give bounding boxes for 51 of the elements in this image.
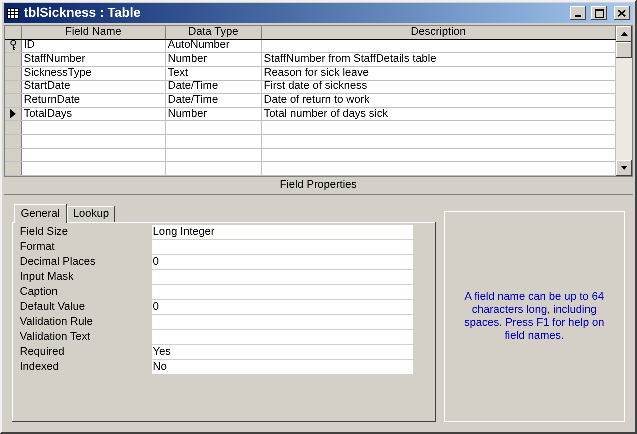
table-cell: TotalDays [22,108,166,120]
tab[interactable]: General [14,204,68,223]
property-label: Validation Rule [20,316,94,328]
property-field[interactable]: Yes [152,345,413,359]
maximize-button[interactable] [591,6,607,20]
property-label: Field Size [20,226,70,238]
table-cell: Number [166,108,262,120]
property-label: Input Mask [20,272,75,282]
section-title: Field Properties [280,178,358,194]
table-cell: Date/Time [166,94,262,107]
table-cell: Text [166,66,262,80]
scroll-thumb[interactable] [616,42,632,58]
table-cell: Number [166,53,262,66]
property-field[interactable]: 0 [152,255,413,269]
tab[interactable]: Lookup [67,206,116,222]
column-header: Field Name [22,26,166,39]
property-field[interactable] [152,285,413,299]
row-selector[interactable] [5,40,22,52]
table-cell: SicknessType [22,66,166,80]
minimize-button[interactable] [570,6,586,20]
help-text: A field name can be up to 64 characters long, including spaces. Press F1 for help on field names. [463,290,606,342]
property-label: Validation Text [20,332,92,342]
property-field[interactable] [152,240,413,254]
property-label: Decimal Places [20,256,97,268]
property-label: Required [20,346,66,358]
table-cell: StartDate [22,80,166,94]
property-field[interactable]: Long Integer [152,225,413,239]
property-field[interactable] [152,330,413,344]
property-label: Format [20,242,56,252]
close-icon [618,10,626,16]
row-selector[interactable] [5,108,22,120]
property-label: Default Value [20,302,86,312]
close-button[interactable] [614,6,630,20]
table-icon [7,8,19,18]
maximize-icon [594,8,604,18]
window-title: tblSickness : Table [24,4,141,22]
table-cell: Date/Time [166,80,262,94]
table-cell: ID [22,40,166,52]
property-field[interactable]: No [152,360,413,374]
scroll-up-icon [620,32,628,36]
property-field[interactable] [152,315,413,329]
property-label: Indexed [20,362,60,372]
scrollbar[interactable] [616,26,632,176]
table-cell: StaffNumber [22,53,166,66]
scroll-down-icon [620,166,628,170]
property-label: Caption [20,286,59,298]
column-header: Data Type [166,26,262,39]
property-field[interactable] [152,270,413,284]
property-field[interactable]: 0 [152,300,413,314]
table-cell: AutoNumber [166,40,262,52]
table-cell: ReturnDate [22,94,166,107]
